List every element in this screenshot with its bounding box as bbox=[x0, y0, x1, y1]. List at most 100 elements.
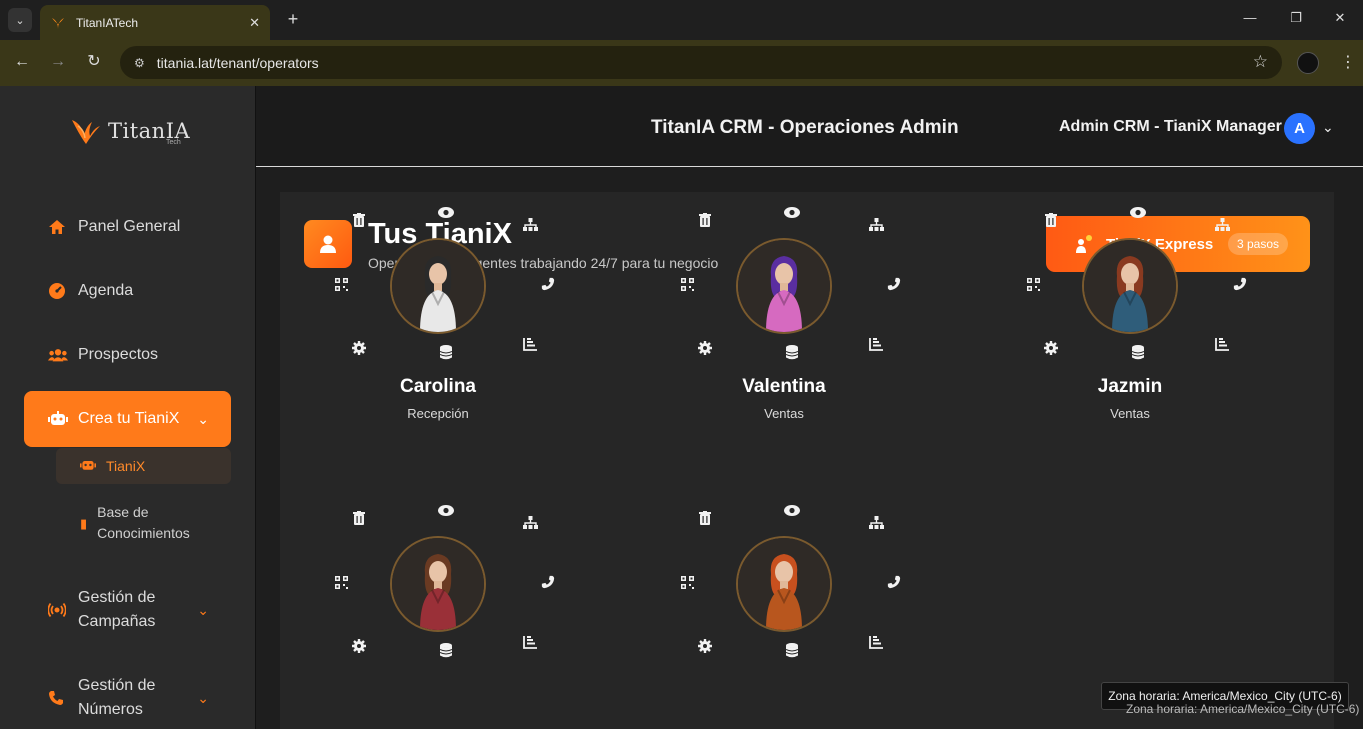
flow-icon[interactable] bbox=[868, 216, 884, 232]
operator-avatar[interactable] bbox=[1082, 238, 1178, 334]
sidebar-item-label: Panel General bbox=[78, 218, 181, 235]
browser-tabbar: ⌄ TitanIATech ✕ + — ❐ ✕ bbox=[0, 0, 1363, 40]
sidebar-item-crea-tu-tianix[interactable]: Crea tu TianiX ⌄ bbox=[24, 391, 231, 447]
operator-card[interactable] bbox=[334, 496, 555, 726]
database-icon[interactable] bbox=[438, 642, 454, 658]
view-icon[interactable] bbox=[438, 502, 454, 518]
qr-code-icon[interactable] bbox=[679, 276, 695, 292]
database-icon[interactable] bbox=[784, 642, 800, 658]
timezone-label: Zona horaria: America/Mexico_City (UTC-6… bbox=[1126, 702, 1360, 716]
tab-close-icon[interactable]: ✕ bbox=[249, 15, 260, 31]
delete-icon[interactable] bbox=[697, 510, 713, 526]
stats-icon[interactable] bbox=[522, 634, 538, 650]
flow-icon[interactable] bbox=[522, 216, 538, 232]
operator-name: Valentina bbox=[742, 376, 826, 397]
operator-card[interactable]: Valentina Ventas bbox=[680, 198, 901, 428]
sidebar-item-label: Crea tu TianiX bbox=[78, 410, 180, 427]
address-bar[interactable]: ⚙ titania.lat/tenant/operators ☆ bbox=[120, 46, 1282, 79]
settings-icon[interactable] bbox=[1043, 340, 1059, 356]
sidebar-item-agenda[interactable]: Agenda bbox=[24, 263, 231, 319]
sidebar-item-prospectos[interactable]: Prospectos bbox=[24, 327, 231, 383]
operator-avatar[interactable] bbox=[390, 238, 486, 334]
sidebar-subitem-label: TianiX bbox=[106, 458, 146, 474]
sidebar-item-panel-general[interactable]: Panel General bbox=[24, 199, 231, 255]
profile-icon[interactable] bbox=[1297, 52, 1319, 74]
qr-code-icon[interactable] bbox=[333, 276, 349, 292]
phone-icon[interactable] bbox=[540, 276, 556, 292]
flow-icon[interactable] bbox=[1214, 216, 1230, 232]
window-close-icon[interactable]: ✕ bbox=[1330, 10, 1350, 26]
operator-card[interactable] bbox=[680, 496, 901, 726]
new-tab-icon[interactable]: + bbox=[282, 8, 304, 30]
sidebar-subitem-tianix[interactable]: TianiX bbox=[56, 448, 231, 484]
phone-icon[interactable] bbox=[886, 574, 902, 590]
database-icon[interactable] bbox=[784, 344, 800, 360]
bookmark-star-icon[interactable]: ☆ bbox=[1253, 52, 1268, 72]
sidebar-item-label: Gestión de Números bbox=[78, 677, 156, 718]
qr-code-icon[interactable] bbox=[333, 574, 349, 590]
qr-code-icon[interactable] bbox=[1025, 276, 1041, 292]
robot-icon bbox=[48, 411, 68, 427]
sidebar-subitem-base-conocimientos[interactable]: ▮ Base de Conocimientos bbox=[56, 502, 216, 544]
operator-card[interactable]: Jazmin Ventas bbox=[1026, 198, 1247, 428]
operator-role: Recepción bbox=[407, 406, 469, 421]
chevron-down-icon[interactable]: ⌄ bbox=[1322, 119, 1334, 136]
settings-icon[interactable] bbox=[697, 638, 713, 654]
sidebar-item-gestion-campanas[interactable]: Gestión de Campañas ⌄ bbox=[24, 580, 231, 640]
book-icon: ▮ bbox=[80, 515, 88, 531]
logo-subtext: Tech bbox=[166, 139, 181, 146]
flow-icon[interactable] bbox=[522, 514, 538, 530]
phone-icon bbox=[48, 690, 68, 706]
view-icon[interactable] bbox=[438, 204, 454, 220]
delete-icon[interactable] bbox=[697, 212, 713, 228]
phone-icon[interactable] bbox=[1232, 276, 1248, 292]
minimize-icon[interactable]: — bbox=[1240, 10, 1260, 25]
tab-title: TitanIATech bbox=[76, 15, 139, 30]
delete-icon[interactable] bbox=[351, 212, 367, 228]
flow-icon[interactable] bbox=[868, 514, 884, 530]
sidebar-item-label: Prospectos bbox=[78, 346, 159, 363]
database-icon[interactable] bbox=[1130, 344, 1146, 360]
browser-menu-icon[interactable]: ⋮ bbox=[1340, 52, 1356, 72]
view-icon[interactable] bbox=[784, 204, 800, 220]
tab-search-chevron-icon[interactable]: ⌄ bbox=[8, 8, 32, 32]
stats-icon[interactable] bbox=[1214, 336, 1230, 352]
database-icon[interactable] bbox=[438, 344, 454, 360]
reload-icon[interactable]: ↻ bbox=[84, 52, 104, 72]
operator-avatar[interactable] bbox=[736, 238, 832, 334]
view-icon[interactable] bbox=[1130, 204, 1146, 220]
view-icon[interactable] bbox=[784, 502, 800, 518]
operator-card[interactable]: Carolina Recepción bbox=[334, 198, 555, 428]
top-header: TitanIA CRM - Operaciones Admin Admin CR… bbox=[256, 86, 1363, 167]
settings-icon[interactable] bbox=[697, 340, 713, 356]
phoenix-logo-icon bbox=[72, 120, 100, 144]
home-icon bbox=[48, 219, 68, 235]
user-name[interactable]: Admin CRM - TianiX Manager bbox=[1059, 118, 1282, 136]
forward-icon[interactable]: → bbox=[48, 52, 68, 72]
main-content: TitanIA CRM - Operaciones Admin Admin CR… bbox=[256, 86, 1363, 729]
delete-icon[interactable] bbox=[351, 510, 367, 526]
restore-icon[interactable]: ❐ bbox=[1286, 10, 1306, 26]
robot-icon bbox=[80, 458, 96, 475]
qr-code-icon[interactable] bbox=[679, 574, 695, 590]
operator-avatar[interactable] bbox=[736, 536, 832, 632]
sidebar: TitanIA Tech Panel General Agenda Prospe… bbox=[0, 86, 256, 729]
site-settings-icon[interactable]: ⚙ bbox=[134, 56, 145, 70]
sidebar-item-gestion-numeros[interactable]: Gestión de Números ⌄ bbox=[24, 668, 231, 728]
phone-icon[interactable] bbox=[886, 276, 902, 292]
stats-icon[interactable] bbox=[868, 336, 884, 352]
back-icon[interactable]: ← bbox=[12, 52, 32, 72]
operator-avatar[interactable] bbox=[390, 536, 486, 632]
broadcast-icon bbox=[48, 602, 68, 618]
sidebar-item-label: Gestión de Campañas bbox=[78, 589, 156, 630]
settings-icon[interactable] bbox=[351, 638, 367, 654]
phone-icon[interactable] bbox=[540, 574, 556, 590]
stats-icon[interactable] bbox=[868, 634, 884, 650]
avatar[interactable]: A bbox=[1284, 113, 1315, 144]
delete-icon[interactable] bbox=[1043, 212, 1059, 228]
logo[interactable]: TitanIA Tech bbox=[70, 114, 190, 148]
browser-tab[interactable]: TitanIATech ✕ bbox=[40, 5, 270, 40]
settings-icon[interactable] bbox=[351, 340, 367, 356]
stats-icon[interactable] bbox=[522, 336, 538, 352]
sidebar-item-label: Agenda bbox=[78, 282, 134, 299]
